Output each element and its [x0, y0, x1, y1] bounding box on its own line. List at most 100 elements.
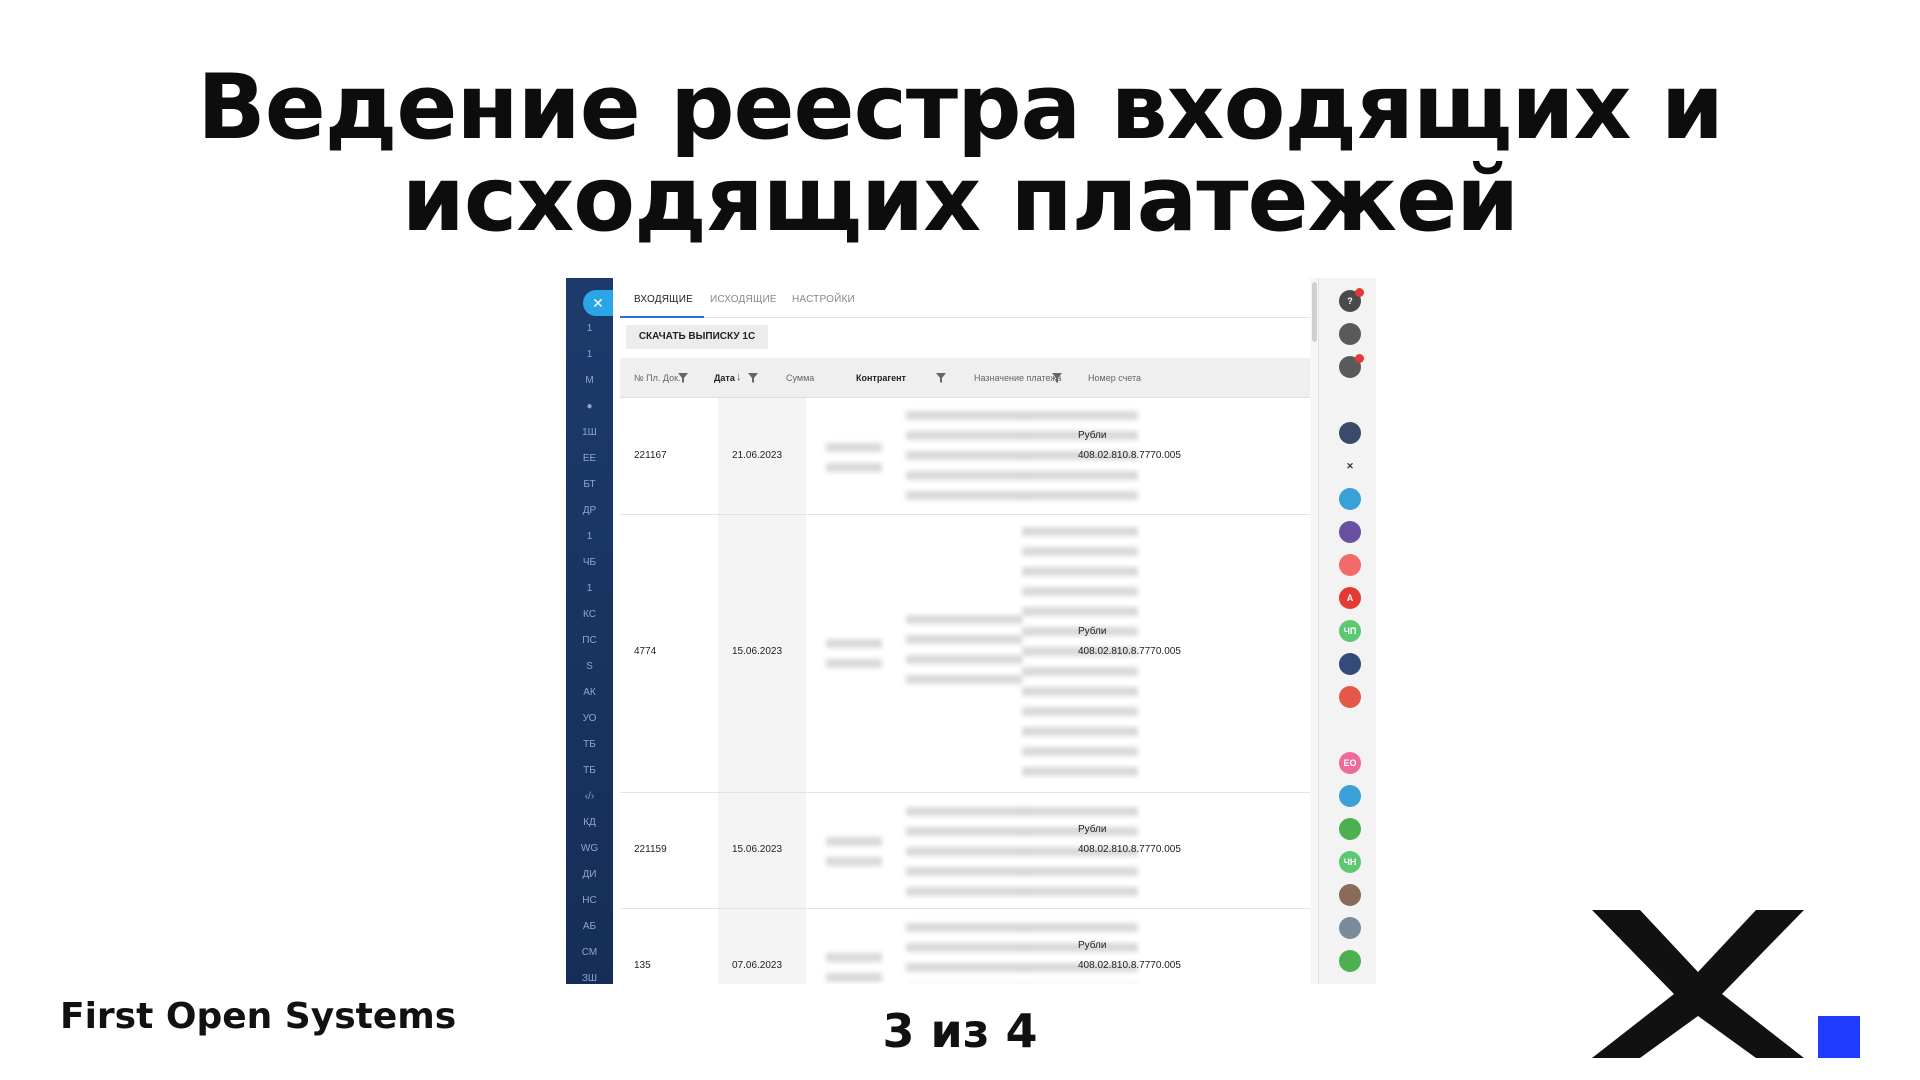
rail-item[interactable]: ● [566, 401, 613, 413]
row-divider [620, 792, 1310, 793]
rail-item[interactable]: 1 [566, 583, 613, 595]
rail-item[interactable]: КС [566, 609, 613, 621]
avatar-eo[interactable]: ЕО [1339, 752, 1361, 774]
table-row-4-doc: 135 [634, 960, 651, 971]
table-header: № Пл. Док. Дата ↓ Сумма Контрагент Назна… [620, 358, 1310, 398]
row-divider [620, 908, 1310, 909]
rail-item[interactable]: ЗШ [566, 973, 613, 984]
video-icon[interactable] [1339, 785, 1361, 807]
x-logo-icon[interactable]: ✕ [1339, 455, 1361, 477]
scrollbar[interactable] [1310, 278, 1318, 984]
table-row-4-date: 07.06.2023 [732, 960, 783, 971]
redacted-counterparty [906, 918, 1026, 984]
rail-item[interactable]: КД [566, 817, 613, 829]
right-rail: ? ✕ А ЧП ЕО ЧН [1318, 278, 1376, 984]
filter-icon[interactable] [748, 373, 758, 383]
rail-item[interactable]: НС [566, 895, 613, 907]
slide-title: Ведение реестра входящих и исходящих пла… [0, 62, 1920, 246]
redacted-amount [826, 438, 882, 478]
column-account[interactable]: Номер счета [1088, 358, 1141, 398]
bell-icon[interactable] [1339, 323, 1361, 345]
close-icon[interactable]: ✕ [583, 290, 613, 316]
table-row-2-account: Рубли 408.02.810.8.7770.005 [1078, 626, 1181, 657]
a-icon[interactable]: А [1339, 587, 1361, 609]
tab-bar: ВХОДЯЩИЕ ИСХОДЯЩИЕ НАСТРОЙКИ [620, 278, 1310, 318]
redacted-counterparty [906, 610, 1026, 690]
redacted-amount [826, 634, 882, 674]
table-row-3-date: 15.06.2023 [732, 844, 783, 855]
avatar-chp[interactable]: ЧП [1339, 620, 1361, 642]
sort-down-icon[interactable]: ↓ [736, 371, 742, 383]
notification-badge [1355, 354, 1364, 363]
app-screenshot: ✕ 1 1 М ● 1Ш ЕЕ БТ ДР 1 ЧБ 1 КС ПС S АК УО ТБ ТБ ‹/› КД WG ДИ… [566, 278, 1376, 984]
app-icon-2[interactable] [1339, 719, 1361, 741]
table-row-3-account: Рубли 408.02.810.8.7770.005 [1078, 824, 1181, 855]
rail-item[interactable]: М [566, 375, 613, 387]
phone-icon[interactable] [1339, 488, 1361, 510]
redacted-counterparty [906, 406, 1026, 506]
tab-settings[interactable]: НАСТРОЙКИ [792, 294, 855, 305]
notification-badge [1355, 288, 1364, 297]
people-icon[interactable] [1339, 686, 1361, 708]
slide-title-line-2: исходящих платежей [401, 147, 1519, 252]
filter-icon[interactable] [936, 373, 946, 383]
shell-icon[interactable] [1339, 521, 1361, 543]
rail-item[interactable]: СМ [566, 947, 613, 959]
rail-item[interactable]: 1 [566, 349, 613, 361]
rail-item[interactable]: ЧБ [566, 557, 613, 569]
app-icon-1[interactable] [1339, 653, 1361, 675]
rail-item[interactable]: ДИ [566, 869, 613, 881]
column-date[interactable]: Дата [714, 358, 735, 398]
column-doc-number[interactable]: № Пл. Док. [634, 358, 681, 398]
redacted-counterparty [906, 802, 1026, 902]
rail-item[interactable]: ПС [566, 635, 613, 647]
left-rail: ✕ 1 1 М ● 1Ш ЕЕ БТ ДР 1 ЧБ 1 КС ПС S АК УО ТБ ТБ ‹/› КД WG ДИ… [566, 278, 613, 984]
slide-title-line-1: Ведение реестра входящих и [197, 55, 1724, 160]
logo-square [1818, 1016, 1860, 1058]
table-row-2-date: 15.06.2023 [732, 646, 783, 657]
rail-item[interactable]: ‹/› [566, 791, 613, 803]
rail-item[interactable]: 1 [566, 323, 613, 335]
rail-item[interactable]: БТ [566, 479, 613, 491]
rail-item[interactable]: 1 [566, 531, 613, 543]
pattern-icon[interactable] [1339, 422, 1361, 444]
table-row-4-account: Рубли 408.02.810.8.7770.005 [1078, 940, 1181, 971]
tab-incoming[interactable]: ВХОДЯЩИЕ [634, 294, 693, 305]
filter-icon[interactable] [1052, 373, 1062, 383]
avatar-photo-1[interactable] [1339, 884, 1361, 906]
column-amount[interactable]: Сумма [786, 358, 814, 398]
table-row-1-doc: 221167 [634, 450, 667, 461]
sorted-column-highlight [718, 398, 806, 984]
redacted-amount [826, 832, 882, 872]
table-row-3-doc: 221159 [634, 844, 667, 855]
column-purpose[interactable]: Назначение платежа [974, 358, 1061, 398]
company-logo [1592, 910, 1860, 1058]
scrollbar-thumb[interactable] [1312, 282, 1317, 342]
active-tab-indicator [620, 316, 704, 318]
table-row-1-account: Рубли 408.02.810.8.7770.005 [1078, 430, 1181, 461]
rail-item[interactable]: WG [566, 843, 613, 855]
rail-item[interactable]: УО [566, 713, 613, 725]
row-divider [620, 514, 1310, 515]
rail-item[interactable]: ТБ [566, 765, 613, 777]
rail-item[interactable]: АБ [566, 921, 613, 933]
column-counterparty[interactable]: Контрагент [856, 358, 906, 398]
filter-icon[interactable] [678, 373, 688, 383]
avatar-chn[interactable]: ЧН [1339, 851, 1361, 873]
table-row-1-date: 21.06.2023 [732, 450, 783, 461]
download-statement-button[interactable]: СКАЧАТЬ ВЫПИСКУ 1С [626, 325, 768, 349]
table-row-2-doc: 4774 [634, 646, 657, 657]
rail-item[interactable]: 1Ш [566, 427, 613, 439]
avatar-photo-2[interactable] [1339, 917, 1361, 939]
rail-item[interactable]: ДР [566, 505, 613, 517]
toggle-icon[interactable] [1339, 554, 1361, 576]
rail-item[interactable]: S [566, 661, 613, 673]
search-icon[interactable] [1339, 389, 1361, 411]
app-icon-3[interactable] [1339, 818, 1361, 840]
redacted-amount [826, 948, 882, 984]
tab-outgoing[interactable]: ИСХОДЯЩИЕ [710, 294, 777, 305]
rail-item[interactable]: АК [566, 687, 613, 699]
rail-item[interactable]: ЕЕ [566, 453, 613, 465]
app-icon-4[interactable] [1339, 950, 1361, 972]
rail-item[interactable]: ТБ [566, 739, 613, 751]
